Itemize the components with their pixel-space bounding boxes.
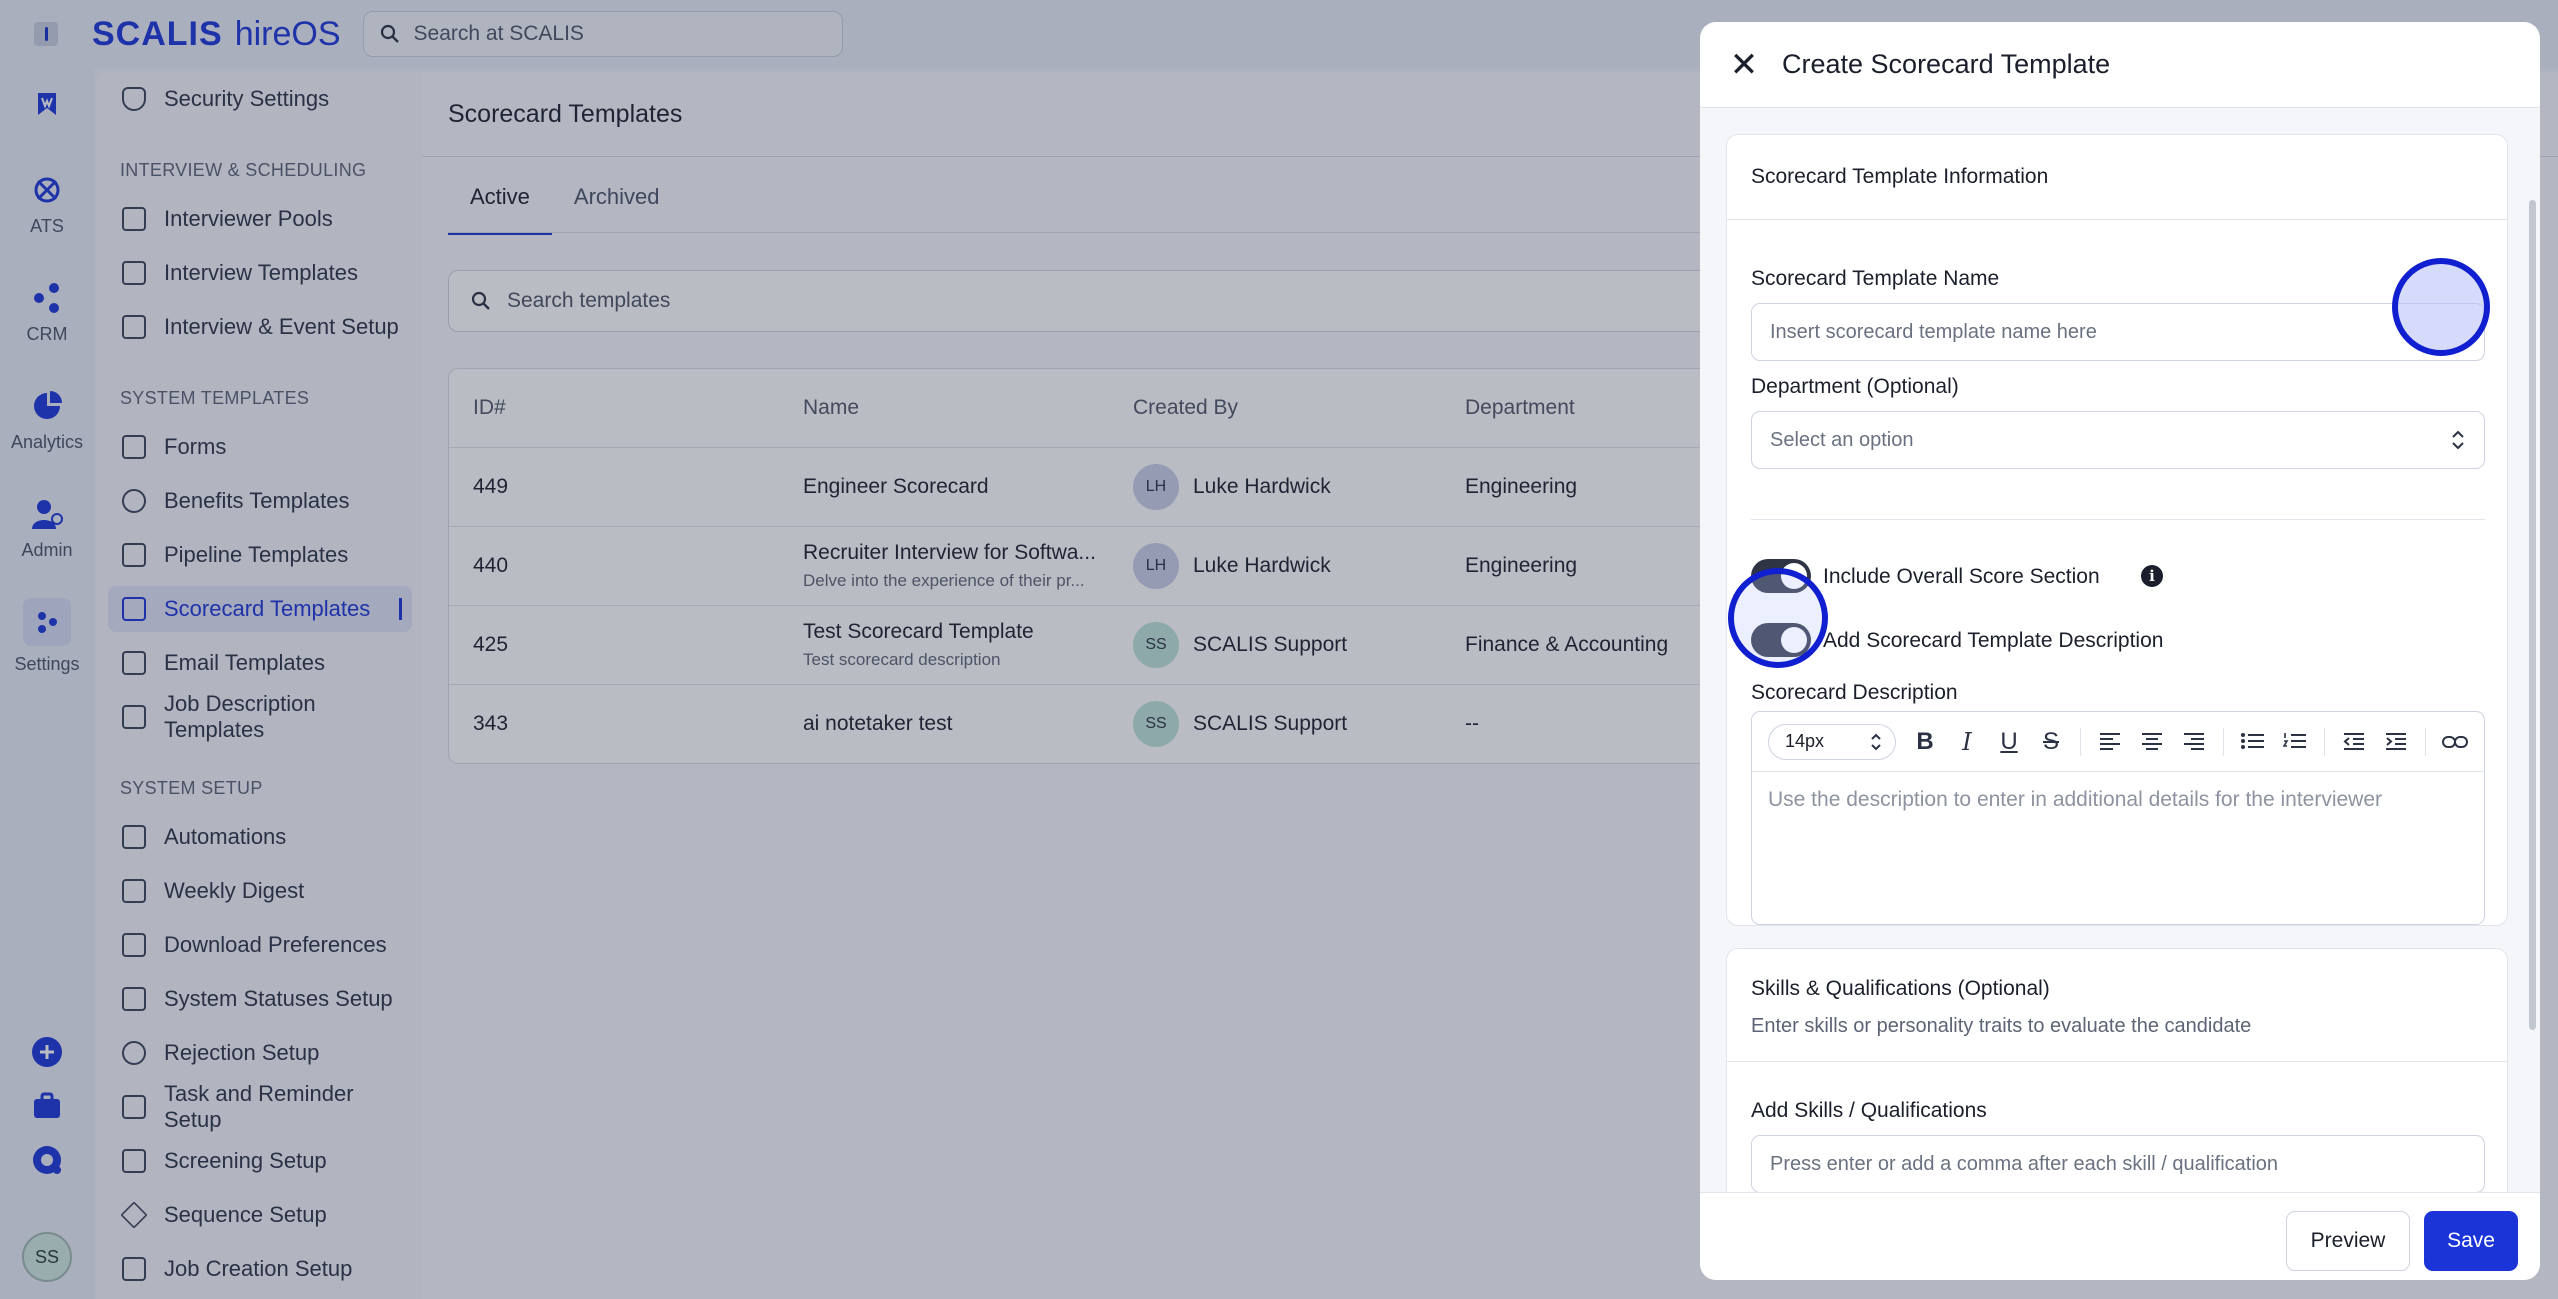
chevron-up-down-icon bbox=[1871, 733, 1881, 750]
toolbar-divider bbox=[2080, 727, 2081, 756]
numbered-list-icon[interactable] bbox=[2282, 728, 2308, 756]
modal-footer: Preview Save bbox=[1700, 1192, 2540, 1280]
skills-placeholder: Press enter or add a comma after each sk… bbox=[1770, 1152, 2279, 1175]
toolbar-divider bbox=[2324, 727, 2325, 756]
outdent-icon[interactable] bbox=[2341, 728, 2367, 756]
description-placeholder[interactable]: Use the description to enter in addition… bbox=[1752, 772, 2484, 828]
description-toggle-label: Add Scorecard Template Description bbox=[1823, 629, 2164, 652]
align-right-icon[interactable] bbox=[2181, 728, 2207, 756]
font-size-select[interactable]: 14px bbox=[1768, 723, 1896, 760]
divider bbox=[1727, 219, 2507, 220]
overall-score-label: Include Overall Score Section bbox=[1823, 565, 2100, 588]
click-indicator bbox=[2392, 258, 2490, 356]
skills-label: Add Skills / Qualifications bbox=[1751, 1099, 1987, 1122]
skills-input[interactable]: Press enter or add a comma after each sk… bbox=[1751, 1135, 2485, 1192]
preview-button[interactable]: Preview bbox=[2286, 1211, 2410, 1271]
template-name-input[interactable]: Insert scorecard template name here bbox=[1751, 303, 2485, 361]
template-name-label: Scorecard Template Name bbox=[1751, 267, 2000, 290]
create-scorecard-modal: ✕ Create Scorecard Template Scorecard Te… bbox=[1700, 22, 2540, 1280]
bold-icon[interactable]: B bbox=[1912, 728, 1938, 756]
close-icon[interactable]: ✕ bbox=[1726, 48, 1762, 82]
chevron-up-down-icon bbox=[2450, 428, 2466, 452]
info-icon[interactable]: i bbox=[2141, 565, 2163, 587]
align-center-icon[interactable] bbox=[2139, 728, 2165, 756]
divider bbox=[1727, 1061, 2507, 1062]
description-label: Scorecard Description bbox=[1751, 681, 1958, 704]
bullet-list-icon[interactable] bbox=[2240, 728, 2266, 756]
indent-icon[interactable] bbox=[2383, 728, 2409, 756]
underline-icon[interactable]: U bbox=[1996, 728, 2022, 756]
align-left-icon[interactable] bbox=[2097, 728, 2123, 756]
strikethrough-icon[interactable]: S bbox=[2038, 728, 2064, 756]
skills-card: Skills & Qualifications (Optional) Enter… bbox=[1726, 948, 2508, 1192]
card-title: Scorecard Template Information bbox=[1751, 165, 2049, 188]
editor-toolbar: 14px B I U S bbox=[1752, 712, 2484, 772]
modal-header: ✕ Create Scorecard Template bbox=[1700, 22, 2540, 108]
link-icon[interactable] bbox=[2442, 728, 2468, 756]
modal-title: Create Scorecard Template bbox=[1782, 49, 2111, 79]
card-subtitle: Enter skills or personality traits to ev… bbox=[1751, 1015, 2252, 1037]
template-info-card: Scorecard Template Information Scorecard… bbox=[1726, 134, 2508, 926]
toolbar-divider bbox=[2425, 727, 2426, 756]
department-label: Department (Optional) bbox=[1751, 375, 1959, 398]
template-name-placeholder: Insert scorecard template name here bbox=[1770, 320, 2097, 343]
card-title: Skills & Qualifications (Optional) bbox=[1751, 977, 2050, 1000]
department-select[interactable]: Select an option bbox=[1751, 411, 2485, 469]
modal-scrollbar[interactable] bbox=[2529, 200, 2536, 1030]
font-size-value: 14px bbox=[1785, 731, 1825, 751]
italic-icon[interactable]: I bbox=[1954, 728, 1980, 756]
toolbar-divider bbox=[2223, 727, 2224, 756]
click-indicator bbox=[1728, 568, 1828, 668]
save-button[interactable]: Save bbox=[2424, 1211, 2518, 1271]
department-placeholder: Select an option bbox=[1770, 428, 1914, 451]
divider bbox=[1751, 519, 2485, 520]
description-editor: 14px B I U S Use the description to ente… bbox=[1751, 711, 2485, 925]
